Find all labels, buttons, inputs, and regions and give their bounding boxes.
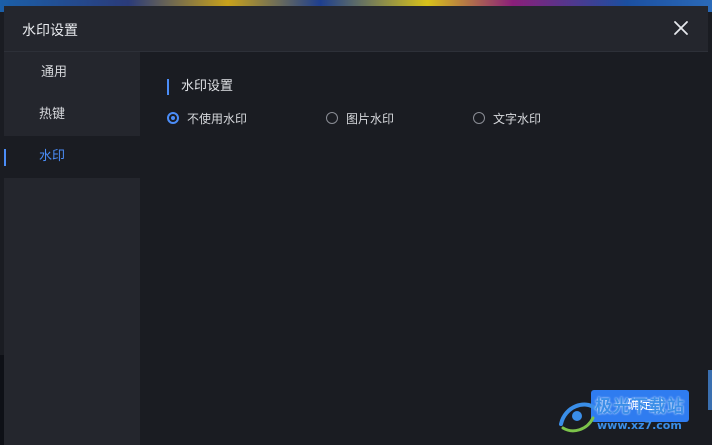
radio-label: 文字水印 [493, 112, 542, 126]
sidebar-item-hotkeys[interactable]: 热键 [4, 94, 140, 136]
sidebar-item-general[interactable]: 通用 [4, 52, 140, 94]
background-app-edge-right [708, 370, 712, 410]
sidebar-item-label: 热键 [39, 107, 66, 122]
radio-unchecked-icon [473, 112, 485, 124]
ok-button[interactable]: 确定 [591, 390, 689, 422]
radio-label: 图片水印 [346, 112, 395, 126]
sidebar-item-label: 水印 [39, 149, 66, 164]
settings-content: 水印设置 不使用水印 图片水印 文字水印 [140, 52, 708, 445]
radio-label: 不使用水印 [187, 112, 248, 126]
section-title: 水印设置 [167, 79, 233, 95]
sidebar-item-watermark[interactable]: 水印 [4, 136, 140, 178]
close-button[interactable] [670, 17, 692, 39]
dialog-title: 水印设置 [22, 23, 78, 39]
radio-checked-icon [167, 112, 179, 124]
close-icon [674, 21, 688, 35]
dialog-titlebar: 水印设置 [4, 6, 708, 52]
watermark-settings-dialog: 水印设置 通用 热键 水印 水印设置 不使用水印 图片水印 文字水印 确定 [4, 6, 708, 445]
sidebar-item-label: 通用 [41, 65, 68, 80]
radio-unchecked-icon [326, 112, 338, 124]
settings-sidebar: 通用 热键 水印 [4, 52, 140, 445]
